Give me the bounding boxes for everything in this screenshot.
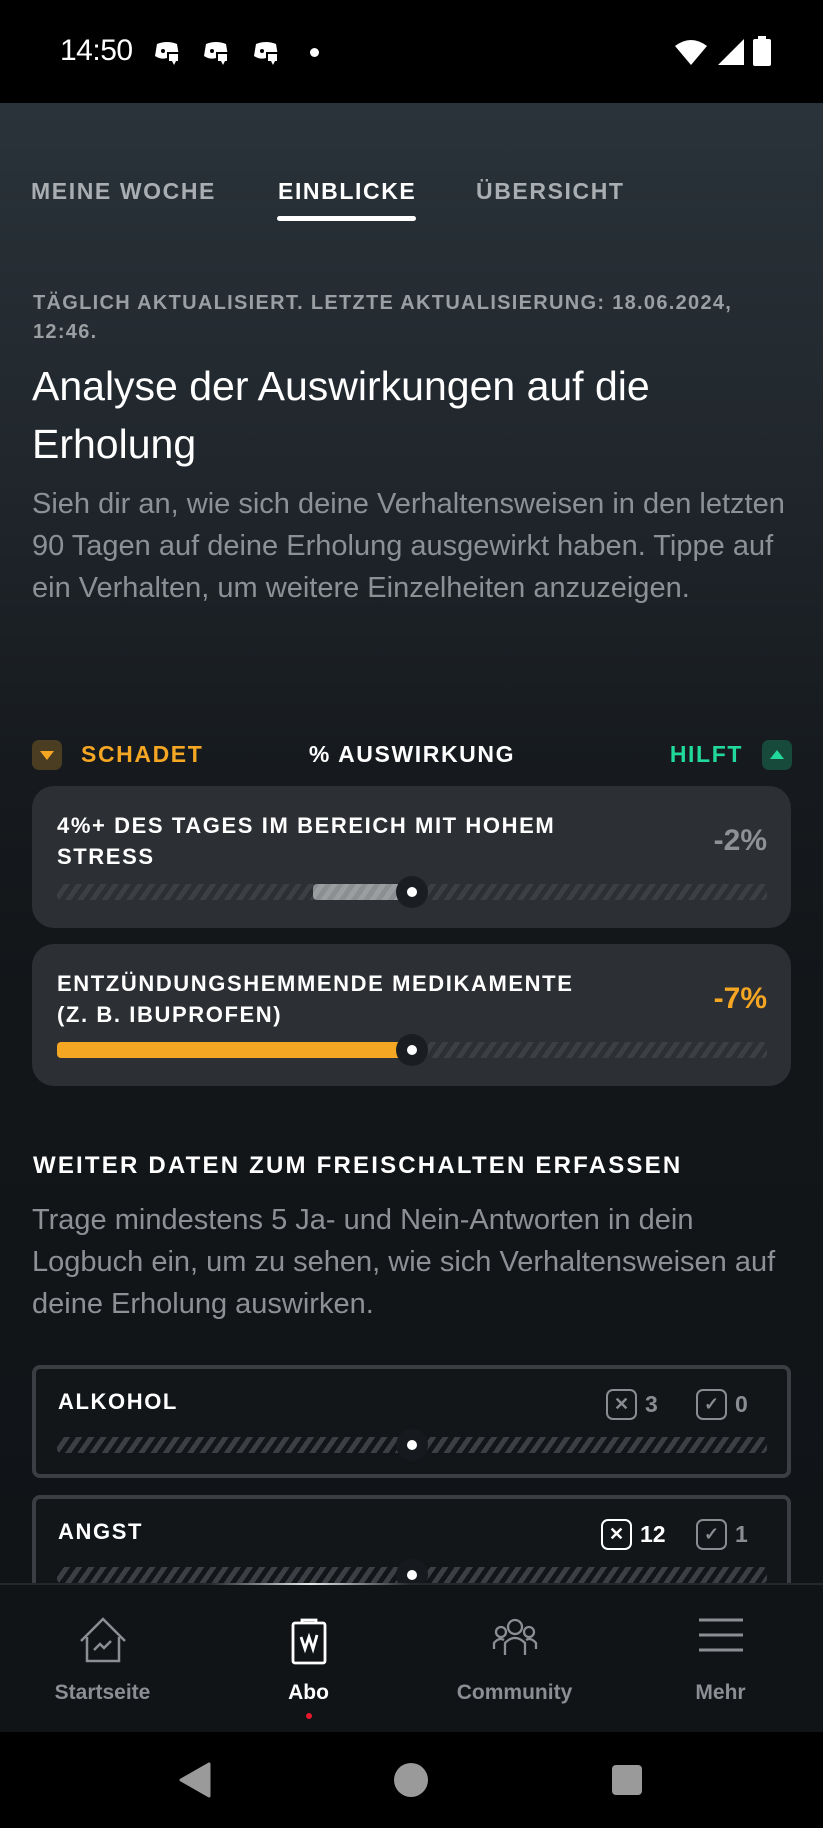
nav-item-mehr[interactable]: Mehr bbox=[618, 1585, 823, 1734]
status-bar: 14:50 bbox=[0, 0, 823, 103]
nav-item-community[interactable]: Community bbox=[412, 1585, 617, 1734]
no-count-value: 12 bbox=[640, 1521, 666, 1547]
recents-button[interactable] bbox=[611, 1764, 643, 1796]
unlock-section-description: Trage mindestens 5 Ja- und Nein-Antworte… bbox=[32, 1204, 776, 1320]
no-count: ✕ 12 bbox=[601, 1519, 666, 1550]
impact-bar-center-marker bbox=[396, 1034, 428, 1066]
discord-icon bbox=[254, 42, 278, 65]
behavior-card[interactable]: ENTZÜNDUNGSHEMMENDE MEDIKAMENTE (Z. B. I… bbox=[32, 944, 791, 1086]
page-description: Sieh dir an, wie sich deine Verhaltenswe… bbox=[32, 488, 785, 604]
impact-bar bbox=[57, 1429, 767, 1461]
menu-icon bbox=[698, 1618, 743, 1652]
page-title: Analyse der Auswirkungen auf die Erholun… bbox=[32, 363, 650, 467]
behavior-title: ENTZÜNDUNGSHEMMENDE MEDIKAMENTE (Z. B. I… bbox=[57, 971, 574, 1027]
impact-bar bbox=[57, 876, 767, 908]
no-count-value: 3 bbox=[645, 1391, 658, 1417]
nav-label: Startseite bbox=[54, 1681, 151, 1704]
nav-label: Mehr bbox=[695, 1681, 746, 1704]
clipboard-icon bbox=[291, 1618, 326, 1665]
impact-bar-fill bbox=[57, 1042, 412, 1058]
legend-help-label: HILFT bbox=[669, 741, 743, 767]
signal-icon bbox=[718, 39, 744, 65]
discord-icon bbox=[204, 42, 228, 65]
insights-screen: MEINE WOCHE EINBLICKE ÜBERSICHT TÄGLICH … bbox=[0, 103, 823, 1583]
behavior-card[interactable]: 4%+ DES TAGES IM BEREICH MIT HOHEM STRES… bbox=[32, 786, 791, 928]
unlock-section-title: WEITER DATEN ZUM FREISCHALTEN ERFASSEN bbox=[33, 1152, 683, 1179]
nav-item-startseite[interactable]: Startseite bbox=[0, 1585, 205, 1734]
impact-bar-center-marker bbox=[396, 1429, 428, 1461]
impact-bar-center-marker bbox=[396, 876, 428, 908]
home-button[interactable] bbox=[393, 1762, 429, 1798]
nav-label: Abo bbox=[288, 1681, 329, 1704]
impact-legend: SCHADET % AUSWIRKUNG HILFT bbox=[32, 738, 792, 772]
yes-count-value: 1 bbox=[735, 1521, 748, 1547]
bottom-navigation: Startseite Abo Community Mehr bbox=[0, 1583, 823, 1732]
close-icon: ✕ bbox=[606, 1389, 637, 1420]
nav-label: Community bbox=[456, 1681, 573, 1704]
tab-meine-woche[interactable]: MEINE WOCHE bbox=[31, 178, 216, 205]
home-chart-icon bbox=[79, 1617, 126, 1663]
close-icon: ✕ bbox=[601, 1519, 632, 1550]
back-button[interactable] bbox=[178, 1762, 212, 1798]
tab-uebersicht[interactable]: ÜBERSICHT bbox=[476, 178, 625, 205]
yes-count: ✓ 1 bbox=[696, 1519, 748, 1550]
locked-behavior-card[interactable]: ANGST ✕ 12 ✓ 1 bbox=[32, 1495, 791, 1583]
impact-bar-center-marker bbox=[396, 1559, 428, 1583]
behavior-title: 4%+ DES TAGES IM BEREICH MIT HOHEM STRES… bbox=[57, 813, 556, 869]
arrow-up-icon bbox=[770, 750, 784, 759]
last-updated-text: TÄGLICH AKTUALISIERT. LETZTE AKTUALISIER… bbox=[33, 292, 733, 343]
yes-count: ✓ 0 bbox=[696, 1389, 748, 1420]
system-navigation-bar bbox=[0, 1732, 823, 1828]
behavior-impact-value: -2% bbox=[713, 824, 767, 857]
battery-icon bbox=[753, 36, 771, 66]
impact-bar bbox=[57, 1034, 767, 1066]
locked-behavior-card[interactable]: ALKOHOL ✕ 3 ✓ 0 bbox=[32, 1365, 791, 1478]
discord-icon bbox=[155, 42, 179, 65]
notification-dot bbox=[305, 1713, 312, 1719]
yes-count-value: 0 bbox=[735, 1391, 748, 1417]
wifi-icon bbox=[675, 40, 707, 65]
community-icon bbox=[492, 1618, 537, 1655]
more-notifications-icon bbox=[310, 48, 319, 57]
check-icon: ✓ bbox=[696, 1519, 727, 1550]
tab-einblicke[interactable]: EINBLICKE bbox=[278, 178, 416, 205]
status-time: 14:50 bbox=[60, 34, 133, 67]
active-tab-indicator bbox=[277, 216, 416, 221]
behavior-title: ALKOHOL bbox=[58, 1389, 178, 1414]
no-count: ✕ 3 bbox=[606, 1389, 658, 1420]
behavior-title: ANGST bbox=[58, 1519, 143, 1544]
tab-bar: MEINE WOCHE EINBLICKE ÜBERSICHT bbox=[0, 178, 823, 238]
help-indicator bbox=[762, 740, 792, 770]
check-icon: ✓ bbox=[696, 1389, 727, 1420]
nav-item-abo[interactable]: Abo bbox=[206, 1585, 411, 1734]
impact-bar bbox=[57, 1559, 767, 1583]
behavior-impact-value: -7% bbox=[713, 982, 767, 1015]
